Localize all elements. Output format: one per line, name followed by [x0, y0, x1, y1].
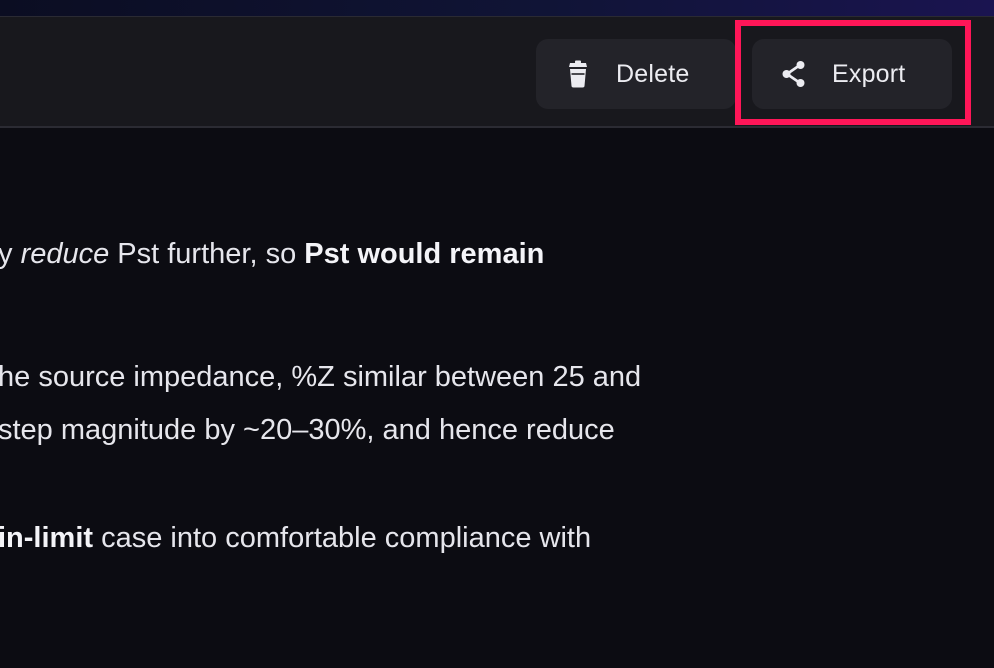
text-line-3: step magnitude by ~20–30%, and hence red…: [0, 414, 615, 447]
text-line-4-rest: case into comfortable compliance with: [93, 522, 592, 554]
delete-button-label: Delete: [616, 59, 690, 88]
delete-button[interactable]: Delete: [536, 39, 736, 109]
text-line-3-text: step magnitude by ~20–30%, and hence red…: [0, 414, 615, 446]
text-line-1-prefix: y: [0, 238, 21, 270]
window-top-strip: [0, 0, 994, 16]
text-line-2-text: he source impedance, %Z similar between …: [0, 361, 642, 393]
text-line-1: y reduce Pst further, so Pst would remai…: [0, 238, 544, 271]
text-line-4: in-limit case into comfortable complianc…: [0, 522, 591, 555]
text-line-1-bold: Pst would remain: [304, 238, 545, 270]
toolbar: Delete Export: [0, 16, 994, 128]
text-line-4-bold: in-limit: [0, 522, 94, 554]
text-line-1-italic: reduce: [20, 238, 110, 270]
trash-icon: [564, 60, 592, 88]
text-line-2: he source impedance, %Z similar between …: [0, 361, 641, 394]
text-line-1-middle: Pst further, so: [109, 238, 305, 270]
message-content: y reduce Pst further, so Pst would remai…: [0, 130, 994, 668]
export-button-label: Export: [832, 59, 906, 88]
export-button[interactable]: Export: [752, 39, 952, 109]
share-icon: [780, 60, 808, 88]
